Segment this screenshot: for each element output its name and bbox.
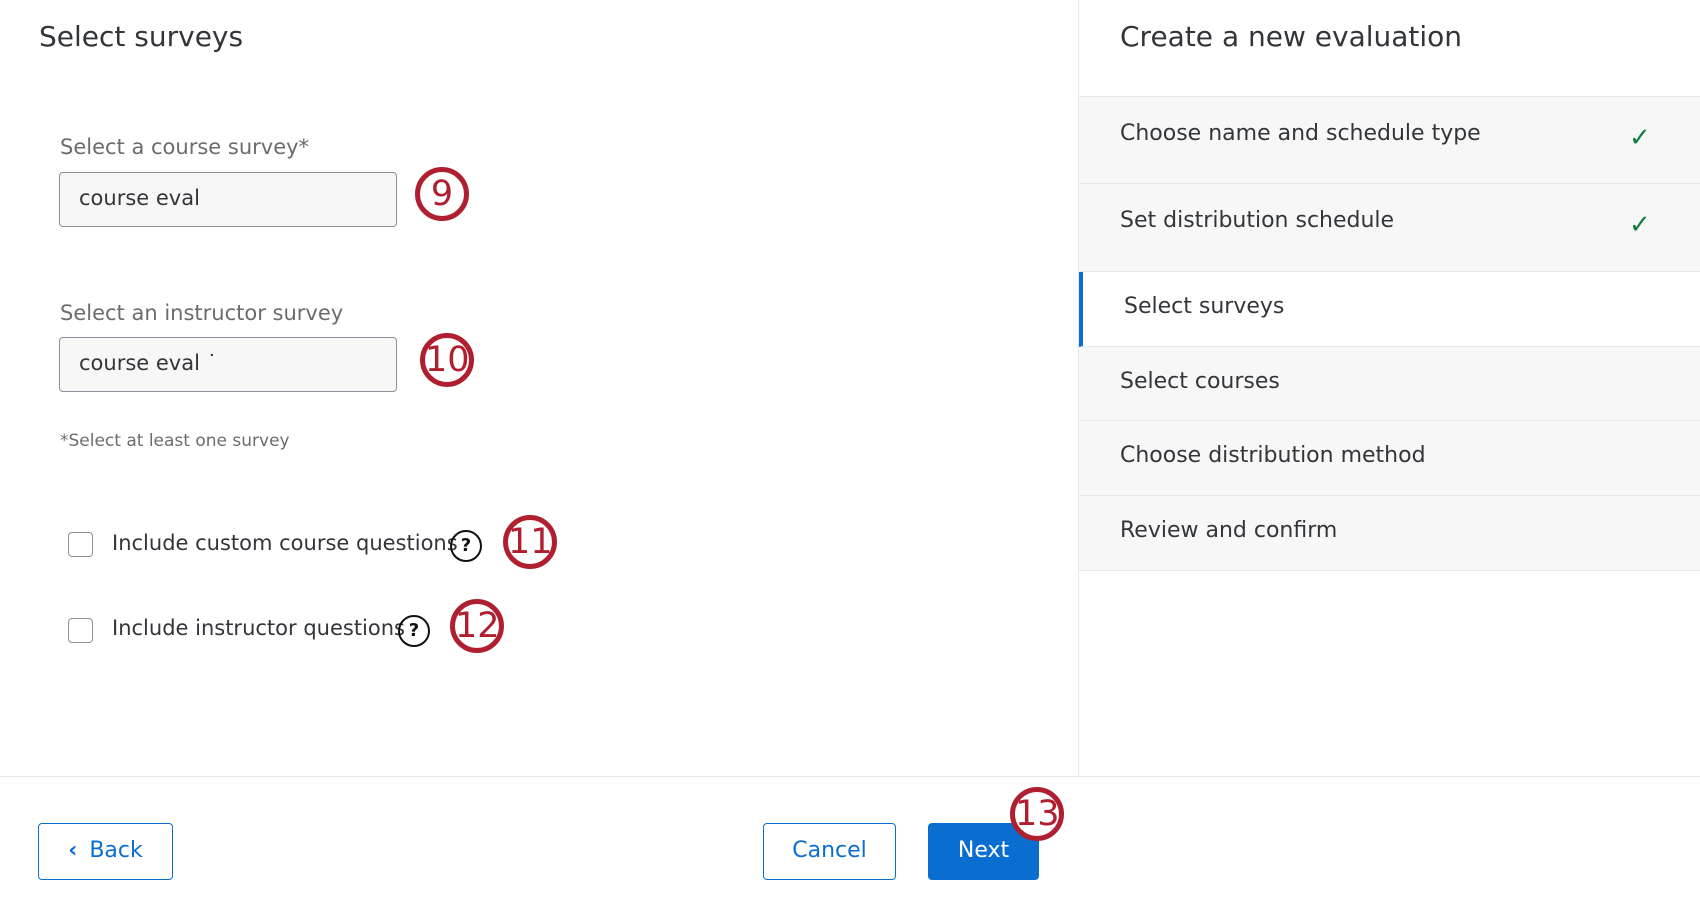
cancel-button[interactable]: Cancel — [763, 823, 896, 880]
callout-11: 11 — [503, 515, 557, 569]
custom-course-questions-label[interactable]: Include custom course questions — [112, 531, 458, 555]
step-review-confirm[interactable]: Review and confirm — [1079, 496, 1700, 571]
instructor-questions-label[interactable]: Include instructor questions — [112, 616, 405, 640]
step-select-surveys[interactable]: Select surveys — [1079, 272, 1700, 347]
step-distribution-method[interactable]: Choose distribution method — [1079, 421, 1700, 496]
step-label: Select surveys — [1124, 294, 1285, 319]
chevron-left-icon: ‹ — [68, 838, 78, 863]
step-label: Select courses — [1120, 369, 1280, 394]
step-choose-name[interactable]: Choose name and schedule type ✓ — [1079, 96, 1700, 184]
checkmark-icon: ✓ — [1629, 123, 1651, 153]
callout-10: 10 — [420, 333, 474, 387]
instructor-survey-label: Select an instructor survey — [60, 301, 344, 325]
instructor-questions-checkbox[interactable] — [68, 618, 93, 643]
instructor-survey-value: course eval ˙ — [79, 351, 218, 375]
back-button-label: Back — [89, 838, 143, 863]
course-survey-value: course eval — [79, 186, 200, 210]
callout-9: 9 — [415, 167, 469, 221]
instructor-survey-select[interactable]: course eval ˙ — [59, 337, 397, 392]
wizard-sidebar: Create a new evaluation Choose name and … — [1078, 0, 1700, 776]
callout-13: 13 — [1010, 787, 1064, 841]
checkmark-icon: ✓ — [1629, 210, 1651, 240]
step-label: Set distribution schedule — [1120, 208, 1395, 233]
step-label: Choose distribution method — [1120, 443, 1426, 468]
course-survey-select[interactable]: course eval — [59, 172, 397, 227]
callout-12: 12 — [450, 599, 504, 653]
sidebar-title: Create a new evaluation — [1120, 20, 1463, 53]
help-icon[interactable]: ? — [398, 615, 430, 647]
back-button[interactable]: ‹ Back — [38, 823, 173, 880]
step-label: Review and confirm — [1120, 518, 1338, 543]
step-distribution-schedule[interactable]: Set distribution schedule ✓ — [1079, 184, 1700, 272]
step-label: Choose name and schedule type — [1120, 121, 1481, 146]
step-select-courses[interactable]: Select courses — [1079, 347, 1700, 421]
custom-course-questions-checkbox[interactable] — [68, 532, 93, 557]
hint-text: *Select at least one survey — [60, 431, 290, 451]
main-panel: Select surveys Select a course survey* c… — [0, 0, 1078, 776]
course-survey-label: Select a course survey* — [60, 135, 310, 159]
page-title: Select surveys — [39, 20, 244, 53]
help-icon[interactable]: ? — [450, 530, 482, 562]
footer: ‹ Back Cancel Next 13 — [0, 776, 1700, 908]
